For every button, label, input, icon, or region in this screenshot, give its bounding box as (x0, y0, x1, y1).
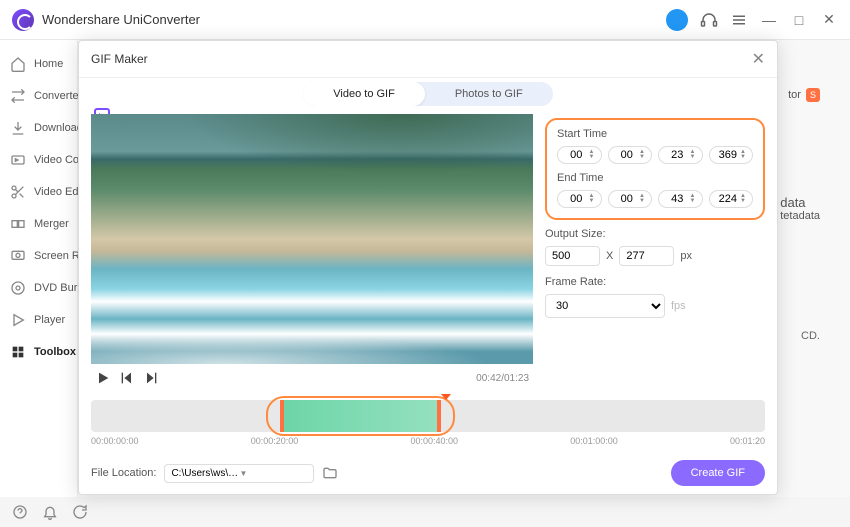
tab-video-to-gif[interactable]: Video to GIF (303, 82, 425, 106)
create-gif-button[interactable]: Create GIF (671, 460, 765, 486)
disc-icon (10, 280, 26, 296)
output-height-input[interactable] (619, 246, 674, 266)
sidebar-item-recorder[interactable]: Screen Recorder (0, 240, 77, 272)
play-button[interactable] (95, 370, 111, 386)
content: tor S datatetadata CD. GIF Maker ✕ Video… (78, 40, 850, 497)
frame-rate-label: Frame Rate: (545, 276, 765, 288)
output-x-label: X (606, 250, 613, 262)
sidebar-item-compressor[interactable]: Video Compressor (0, 144, 77, 176)
sidebar-item-dvd[interactable]: DVD Burner (0, 272, 77, 304)
end-time-label: End Time (557, 172, 753, 184)
sidebar-item-merger[interactable]: Merger (0, 208, 77, 240)
bg-cd-label: CD. (801, 330, 820, 342)
start-ms-stepper[interactable]: 369▲▼ (709, 146, 754, 164)
end-seconds-stepper[interactable]: 43▲▼ (658, 190, 703, 208)
home-icon (10, 56, 26, 72)
badge-s: S (806, 88, 820, 102)
menu-icon[interactable] (730, 11, 748, 29)
minimize-button[interactable]: — (760, 11, 778, 29)
sidebar-item-player[interactable]: Player (0, 304, 77, 336)
start-time-label: Start Time (557, 128, 753, 140)
folder-icon[interactable] (322, 465, 338, 481)
compress-icon (10, 152, 26, 168)
app-title: Wondershare UniConverter (42, 12, 200, 27)
toolbox-icon (10, 344, 26, 360)
gif-footer: File Location: C:\Users\ws\Pictures\Wond… (79, 450, 777, 496)
bg-metadata-label: datatetadata (780, 195, 820, 222)
output-width-input[interactable] (545, 246, 600, 266)
bg-tor-label: tor S (788, 88, 820, 102)
gif-mode-tabs: Video to GIF Photos to GIF (79, 78, 777, 106)
end-minutes-stepper[interactable]: 00▲▼ (608, 190, 653, 208)
bell-icon[interactable] (42, 504, 58, 520)
sidebar-item-home[interactable]: Home (0, 48, 77, 80)
start-seconds-stepper[interactable]: 23▲▼ (658, 146, 703, 164)
timeline-selection[interactable] (280, 400, 442, 432)
output-size-label: Output Size: (545, 228, 765, 240)
sidebar-item-converter[interactable]: Converter (0, 80, 77, 112)
sidebar-item-toolbox[interactable]: Toolbox (0, 336, 77, 368)
end-ms-stepper[interactable]: 224▲▼ (709, 190, 754, 208)
sidebar: Home Converter Downloader Video Compress… (0, 40, 78, 497)
end-hours-stepper[interactable]: 00▲▼ (557, 190, 602, 208)
timecode: 00:42/01:23 (476, 373, 529, 384)
next-frame-button[interactable] (143, 370, 159, 386)
video-preview[interactable] (91, 114, 533, 364)
time-range-group: Start Time 00▲▼ 00▲▼ 23▲▼ 369▲▼ End Time… (545, 118, 765, 220)
settings-pane: Start Time 00▲▼ 00▲▼ 23▲▼ 369▲▼ End Time… (545, 114, 765, 392)
timeline-playhead[interactable] (441, 394, 451, 400)
help-icon[interactable] (12, 504, 28, 520)
gif-close-button[interactable]: ✕ (752, 49, 765, 69)
file-location-label: File Location: (91, 467, 156, 479)
scissors-icon (10, 184, 26, 200)
fps-unit-label: fps (671, 300, 686, 312)
prev-frame-button[interactable] (119, 370, 135, 386)
player-controls: 00:42/01:23 (91, 364, 533, 392)
sidebar-item-downloader[interactable]: Downloader (0, 112, 77, 144)
play-icon (10, 312, 26, 328)
statusbar (0, 497, 100, 527)
headset-icon[interactable] (700, 11, 718, 29)
start-minutes-stepper[interactable]: 00▲▼ (608, 146, 653, 164)
merge-icon (10, 216, 26, 232)
recorder-icon (10, 248, 26, 264)
close-button[interactable]: ✕ (820, 11, 838, 29)
app-logo (12, 9, 34, 31)
gif-window-title: GIF Maker (91, 52, 752, 66)
start-hours-stepper[interactable]: 00▲▼ (557, 146, 602, 164)
maximize-button[interactable]: □ (790, 11, 808, 29)
feedback-icon[interactable] (72, 504, 88, 520)
gif-maker-window: GIF Maker ✕ Video to GIF Photos to GIF (78, 40, 778, 495)
frame-rate-select[interactable]: 30 (545, 294, 665, 318)
user-avatar[interactable] (666, 9, 688, 31)
timeline-track[interactable] (91, 400, 765, 432)
timeline-ruler: 00:00:00:0000:00:20:0000:00:40:0000:01:0… (91, 432, 765, 450)
timeline: 00:00:00:0000:00:20:0000:00:40:0000:01:0… (91, 400, 765, 450)
file-location-select[interactable]: C:\Users\ws\Pictures\Wonders▼ (164, 464, 314, 483)
download-icon (10, 120, 26, 136)
preview-pane: 00:42/01:23 (91, 114, 533, 392)
converter-icon (10, 88, 26, 104)
output-unit-label: px (680, 250, 692, 262)
titlebar: Wondershare UniConverter — □ ✕ (0, 0, 850, 40)
tab-photos-to-gif[interactable]: Photos to GIF (425, 82, 553, 106)
sidebar-item-editor[interactable]: Video Editor (0, 176, 77, 208)
